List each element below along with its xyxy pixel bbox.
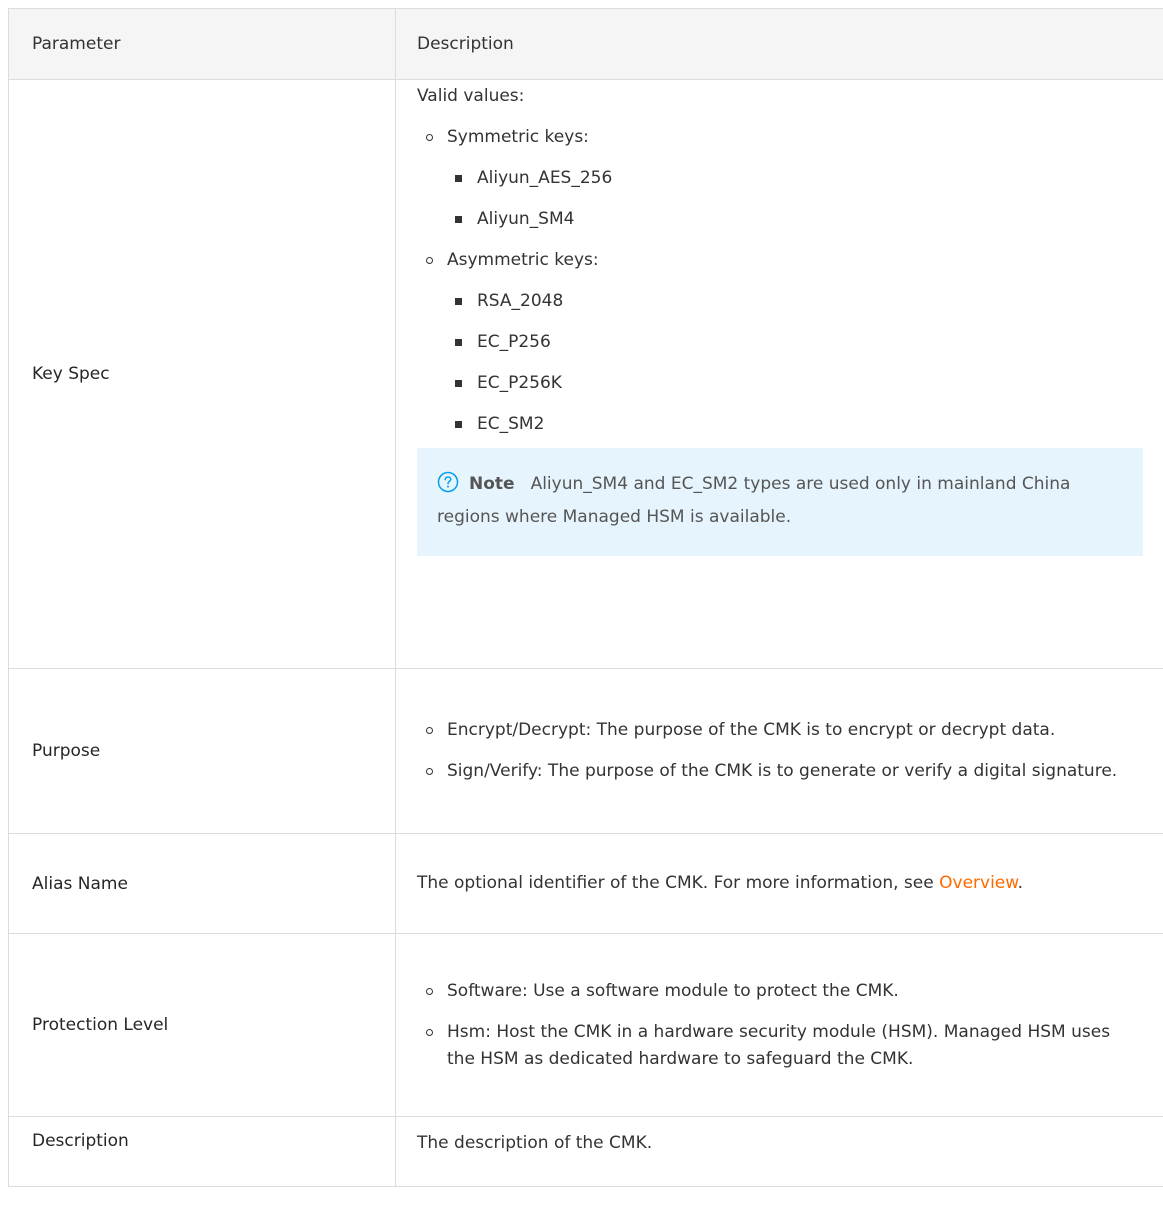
desc-protection-level: Software: Use a software module to prote… — [395, 933, 1163, 1117]
circle-bullet-icon — [426, 1028, 433, 1036]
asymmetric-label: Asymmetric keys: — [447, 250, 599, 270]
desc-alias-name: The optional identifier of the CMK. For … — [395, 833, 1163, 934]
asymmetric-key-list: RSA_2048 EC_P256 EC_P256K EC_SM2 — [447, 288, 1143, 438]
circle-bullet-icon — [426, 134, 433, 141]
alias-description: The optional identifier of the CMK. For … — [417, 873, 934, 893]
question-circle-icon — [437, 471, 459, 503]
symmetric-label: Symmetric keys: — [447, 127, 589, 147]
list-item-symmetric: Symmetric keys: Aliyun_AES_256 Aliyun_SM… — [417, 124, 1143, 233]
protection-software: Software: Use a software module to prote… — [447, 980, 899, 1001]
circle-bullet-icon — [426, 987, 433, 995]
table-row-key-spec: Key Spec Valid values: Symmetric keys: A… — [8, 79, 1163, 669]
asymmetric-key-ec-p256k: EC_P256K — [477, 373, 562, 393]
purpose-encrypt-decrypt: Encrypt/Decrypt: The purpose of the CMK … — [447, 720, 1056, 740]
square-bullet-icon — [455, 421, 462, 428]
list-item: EC_P256K — [447, 370, 1143, 397]
key-type-list: Symmetric keys: Aliyun_AES_256 Aliyun_SM… — [417, 124, 1143, 438]
table-header-row: Parameter Description — [8, 8, 1163, 80]
alias-suffix: . — [1017, 873, 1024, 893]
circle-bullet-icon — [426, 768, 433, 775]
list-item: Aliyun_AES_256 — [447, 165, 1143, 192]
circle-bullet-icon — [426, 727, 433, 734]
list-item: Aliyun_SM4 — [447, 206, 1143, 233]
desc-purpose: Encrypt/Decrypt: The purpose of the CMK … — [395, 668, 1163, 834]
list-item-asymmetric: Asymmetric keys: RSA_2048 EC_P256 EC_P25… — [417, 247, 1143, 438]
list-item: RSA_2048 — [447, 288, 1143, 315]
param-alias-name: Alias Name — [8, 833, 396, 934]
list-item: EC_SM2 — [447, 411, 1143, 438]
purpose-list: Encrypt/Decrypt: The purpose of the CMK … — [417, 717, 1143, 785]
table-row-alias-name: Alias Name The optional identifier of th… — [8, 833, 1163, 934]
valid-values-label: Valid values: — [417, 86, 525, 106]
param-purpose: Purpose — [8, 668, 396, 834]
header-description: Description — [395, 8, 1163, 80]
table-header: Parameter Description — [8, 8, 1163, 80]
list-item: Software: Use a software module to prote… — [417, 978, 1143, 1005]
asymmetric-key-ec-sm2: EC_SM2 — [477, 414, 545, 434]
param-key-spec: Key Spec — [8, 79, 396, 669]
asymmetric-key-ec-p256: EC_P256 — [477, 332, 551, 352]
note-label: Note — [469, 474, 515, 494]
asymmetric-key-rsa: RSA_2048 — [477, 291, 564, 311]
list-item: Hsm: Host the CMK in a hardware security… — [417, 1019, 1143, 1073]
square-bullet-icon — [455, 216, 462, 223]
purpose-sign-verify: Sign/Verify: The purpose of the CMK is t… — [447, 761, 1118, 781]
note-box: Note Aliyun_SM4 and EC_SM2 types are used… — [417, 448, 1143, 556]
overview-link[interactable]: Overview — [939, 873, 1017, 893]
square-bullet-icon — [455, 339, 462, 346]
desc-description: The description of the CMK. — [395, 1116, 1163, 1187]
square-bullet-icon — [455, 380, 462, 387]
symmetric-key-sm4: Aliyun_SM4 — [477, 209, 575, 229]
param-description: Description — [8, 1116, 396, 1187]
table-row-protection-level: Protection Level Software: Use a softwar… — [8, 933, 1163, 1117]
list-item: Encrypt/Decrypt: The purpose of the CMK … — [417, 717, 1143, 744]
table-row-purpose: Purpose Encrypt/Decrypt: The purpose of … — [8, 668, 1163, 834]
list-item: EC_P256 — [447, 329, 1143, 356]
circle-bullet-icon — [426, 257, 433, 264]
symmetric-key-aes: Aliyun_AES_256 — [477, 168, 613, 188]
header-parameter: Parameter — [8, 8, 396, 80]
protection-level-list: Software: Use a software module to prote… — [417, 978, 1143, 1073]
note-text: Aliyun_SM4 and EC_SM2 types are used onl… — [437, 474, 1071, 527]
square-bullet-icon — [455, 175, 462, 182]
protection-hsm: Hsm: Host the CMK in a hardware security… — [447, 1021, 1111, 1069]
symmetric-key-list: Aliyun_AES_256 Aliyun_SM4 — [447, 165, 1143, 233]
parameter-table: Parameter Description Key Spec Valid val… — [8, 8, 1163, 1187]
square-bullet-icon — [455, 298, 462, 305]
param-protection-level: Protection Level — [8, 933, 396, 1117]
list-item: Sign/Verify: The purpose of the CMK is t… — [417, 758, 1143, 785]
desc-key-spec: Valid values: Symmetric keys: Aliyun_AES… — [395, 79, 1163, 669]
table-row-description: Description The description of the CMK. — [8, 1116, 1163, 1187]
